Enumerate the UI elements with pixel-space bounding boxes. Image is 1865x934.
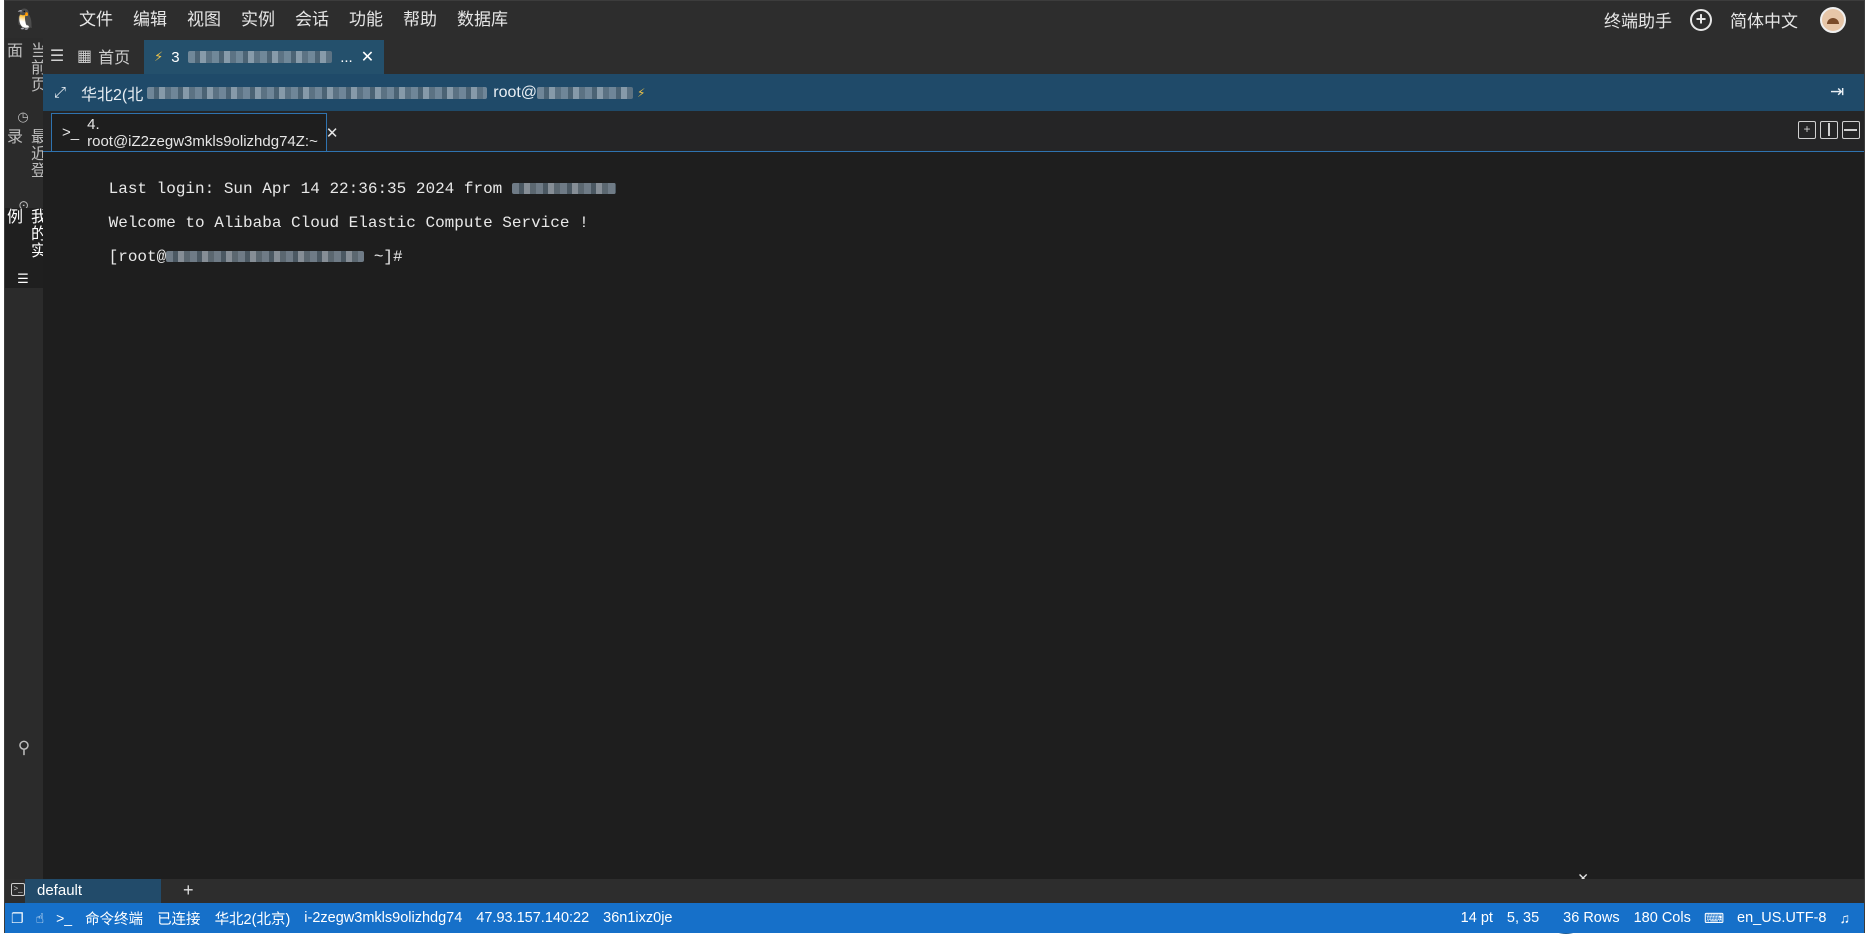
session-bar: >_ default + [5,879,1864,903]
menu-session[interactable]: 会话 [285,1,339,38]
menu-database[interactable]: 数据库 [447,1,518,38]
terminal-prompt-icon: >_ [56,910,73,926]
terminal-tab[interactable]: >_ 4. root@iZ2zegw3mkls9olizhdg74Z:~ ✕ [51,113,338,151]
hand-icon[interactable]: ☝ [30,910,51,927]
menu-features[interactable]: 功能 [339,1,393,38]
notification-bell-icon[interactable]: ♫ [1834,910,1857,926]
redacted-text [187,51,333,63]
add-circle-icon[interactable]: + [1690,8,1712,31]
pin-icon[interactable]: ⚲ [14,738,34,758]
status-instance-id: i-2zegw3mkls9olizhdg74 [304,910,463,926]
tab-session[interactable]: ⚡ 3 ... ✕ [144,40,385,74]
close-icon[interactable]: ✕ [361,47,374,67]
terminal-prompt-icon: >_ [62,124,80,141]
plug-icon: ⚡ [154,49,164,64]
plug-icon: ⚡ [637,85,646,100]
menu-collapse-icon[interactable]: ☰ [43,38,71,74]
status-rows: 36 Rows [1563,910,1620,926]
session-tab-label: default [37,882,83,899]
app-window: 🐧 文件 编辑 视图 实例 会话 功能 帮助 数据库 终端助手 + 简体中文 当… [4,0,1865,934]
sidebar-item-label: 我的实例 [4,208,45,259]
new-terminal-icon[interactable]: + [1798,121,1816,139]
terminal-output[interactable]: Last login: Sun Apr 14 22:36:35 2024 fro… [43,152,1864,934]
status-session-id: 36n1ixz0je [603,910,673,926]
status-connection: 已连接 [157,911,201,928]
status-font-size[interactable]: 14 pt [1454,910,1500,926]
menu-file[interactable]: 文件 [69,1,123,38]
status-bar: ❐ ☝ >_ 命令终端 已连接 华北2(北京) i-2zegw3mkls9oli… [5,903,1864,933]
exit-icon[interactable]: ⇥ [1830,82,1850,102]
avatar[interactable] [1820,6,1846,33]
menu-bar: 🐧 文件 编辑 视图 实例 会话 功能 帮助 数据库 终端助手 + 简体中文 [5,1,1864,38]
redacted-text [511,183,616,195]
tab-session-suffix: ... [340,48,353,66]
tab-home[interactable]: ▦ 首页 [71,38,140,74]
terminal-tab-row: >_ 4. root@iZ2zegw3mkls9olizhdg74Z:~ ✕ + [43,111,1864,152]
keyboard-icon: ⌨ [1703,909,1725,926]
terminal-prompt-prefix: [root@ [108,248,167,266]
sidebar-item-current-page[interactable]: 当前页面 ◷ [4,42,45,126]
menu-view[interactable]: 视图 [177,1,231,38]
copy-icon[interactable]: ❐ [5,910,30,927]
split-vertical-icon[interactable] [1820,121,1838,139]
status-terminal-label[interactable]: 命令终端 [78,908,150,929]
server-list-icon: ☰ [16,272,32,288]
terminal-icon: >_ [11,883,25,896]
clock-icon: ◷ [16,110,32,126]
penguin-logo-icon: 🐧 [12,9,38,31]
layout-controls: + [1798,121,1860,139]
sidebar-item-label: 当前页面 [4,42,45,93]
terminal-line: [root@ ~]# [51,230,403,284]
fullscreen-icon[interactable]: ⤢ [43,84,77,101]
terminal-assistant-button[interactable]: 终端助手 [1592,7,1684,32]
tab-strip: ☰ ▦ 首页 ⚡ 3 ... ✕ [43,38,1864,74]
terminal-prompt-suffix: ~]# [364,248,403,266]
sidebar-item-my-instances[interactable]: 我的实例 ☰ [4,208,45,288]
tab-session-prefix: 3 [171,48,180,66]
status-cols: 180 Cols [1633,910,1691,926]
menu-help[interactable]: 帮助 [393,1,447,38]
session-tab-default[interactable]: default [25,879,161,903]
status-cursor: 5, 35 [1506,910,1540,926]
sidebar-item-label: 最近登录 [4,128,45,179]
menu-edit[interactable]: 编辑 [123,1,177,38]
redacted-text [147,86,488,99]
connection-region: 华北2(北 [81,86,144,104]
status-region: 华北2(北京) [214,911,291,928]
status-encoding[interactable]: en_US.UTF-8 [1730,910,1833,926]
sidebar-item-recent-logins[interactable]: 最近登录 ⊙ [4,128,45,212]
terminal-tab-title: 4. root@iZ2zegw3mkls9olizhdg74Z:~ [87,115,318,150]
menubar-right: 终端助手 + 简体中文 [1592,1,1864,38]
redacted-text [537,86,634,99]
connection-bar: ⤢ 华北2(北 root@ ⚡ ⇥ [43,74,1864,111]
status-address: 47.93.157.140:22 [476,910,590,926]
status-bar-right: 14 pt 5, 35 36 Rows 180 Cols ⌨ en_US.UTF… [1454,903,1856,933]
grid-icon: ▦ [77,48,93,65]
language-selector[interactable]: 简体中文 [1718,7,1810,32]
connection-user: root@ [493,83,538,101]
close-icon[interactable]: ✕ [326,124,339,142]
left-sidebar: 当前页面 ◷ 最近登录 ⊙ 我的实例 ☰ ⚲ [4,38,45,879]
redacted-text [166,251,365,263]
add-session-icon[interactable]: + [183,879,194,901]
menu-instance[interactable]: 实例 [231,1,285,38]
tab-home-label: 首页 [98,50,131,67]
split-horizontal-icon[interactable] [1842,121,1860,139]
